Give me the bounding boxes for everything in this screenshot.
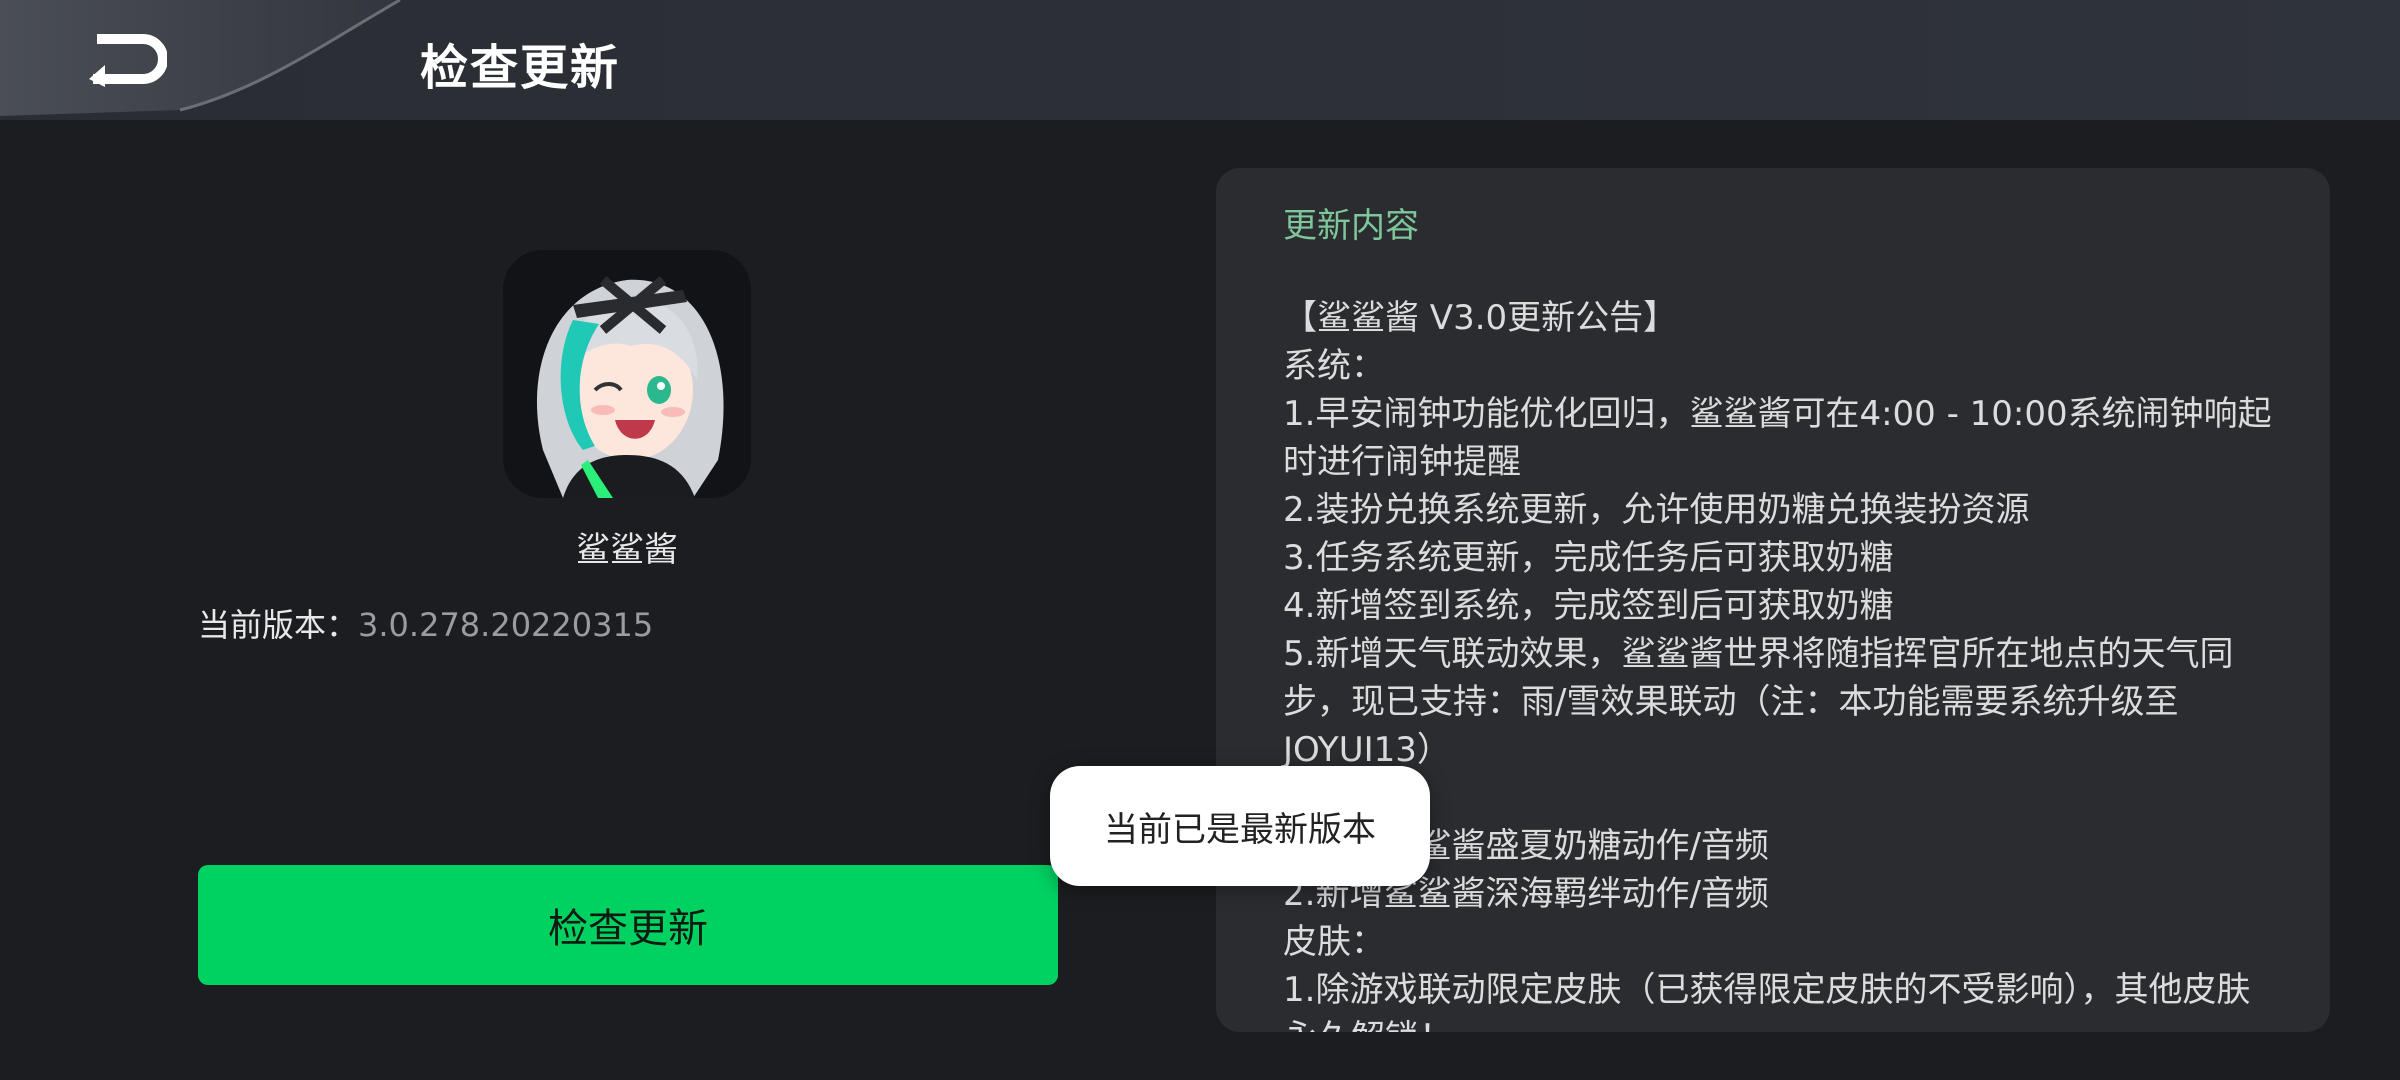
toast-message: 当前已是最新版本 [1050,766,1430,886]
back-tab-shape [0,0,420,120]
release-notes-heading: 更新内容 [1283,206,1419,246]
release-note-line: 3.任务系统更新，完成任务后可获取奶糖 [1283,538,1894,578]
back-arrow-icon [89,34,167,87]
release-note-line: 1.除游戏联动限定皮肤（已获得限定皮肤的不受影响），其他皮肤永久解锁！ [1283,970,2251,1032]
release-notes-body: 【鲨鲨酱 V3.0更新公告】 系统： 1.早安闹钟功能优化回归，鲨鲨酱可在4:0… [1283,294,2283,1032]
app-name: 鲨鲨酱 [576,530,678,570]
release-note-line: 1.新增鲨鲨酱盛夏奶糖动作/音频 [1283,826,1769,866]
release-notes-card[interactable]: 更新内容 【鲨鲨酱 V3.0更新公告】 系统： 1.早安闹钟功能优化回归，鲨鲨酱… [1216,168,2330,1032]
version-label: 当前版本： [198,606,359,644]
release-note-line: 1.早安闹钟功能优化回归，鲨鲨酱可在4:00 - 10:00系统闹钟响起时进行闹… [1283,394,2272,482]
top-bar: 检查更新 [0,0,2400,120]
version-row: 当前版本：3.0.278.20220315 [198,600,653,646]
release-note-line: 2.新增鲨鲨酱深海羁绊动作/音频 [1283,874,1769,914]
back-button[interactable] [70,20,180,100]
app-avatar [503,250,751,498]
release-note-line: 皮肤： [1283,922,1385,962]
release-note-line: 5.新增天气联动效果，鲨鲨酱世界将随指挥官所在地点的天气同步，现已支持：雨/雪效… [1283,634,2234,770]
release-note-gap [1283,774,2283,822]
check-update-button[interactable]: 检查更新 [198,865,1058,985]
release-note-line: 4.新增签到系统，完成签到后可获取奶糖 [1283,586,1894,626]
version-value: 3.0.278.20220315 [358,606,654,644]
release-note-line: 2.装扮兑换系统更新，允许使用奶糖兑换装扮资源 [1283,490,2030,530]
app-info-panel: 鲨鲨酱 当前版本：3.0.278.20220315 检查更新 [0,120,1200,1080]
release-note-line: 【鲨鲨酱 V3.0更新公告】 [1283,298,1678,338]
release-note-line: 系统： [1283,346,1385,386]
page-title: 检查更新 [420,40,621,96]
